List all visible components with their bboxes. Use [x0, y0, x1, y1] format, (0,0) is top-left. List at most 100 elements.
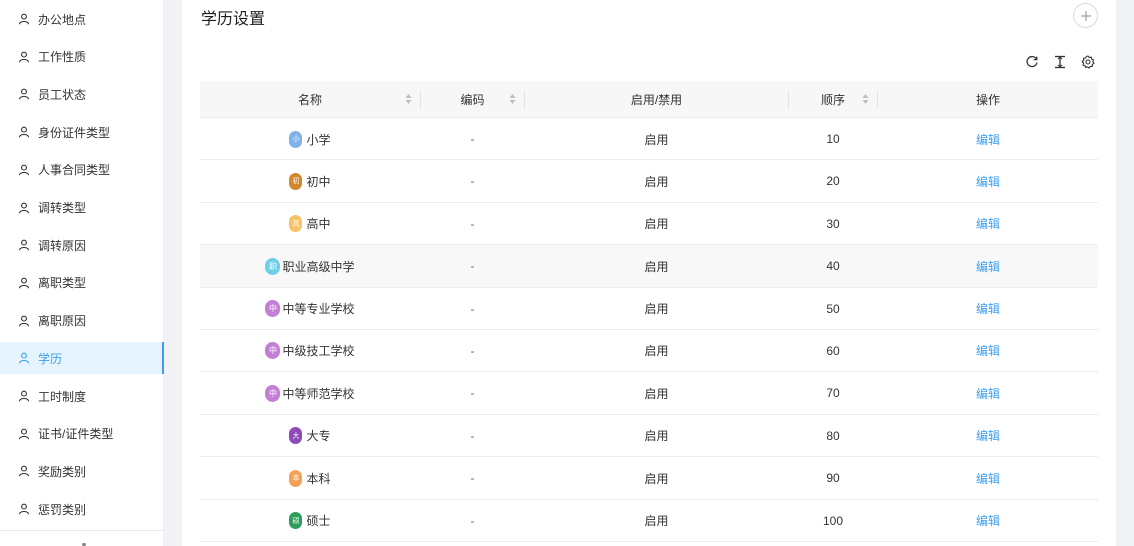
user-icon [18, 239, 30, 251]
cell-code: - [470, 301, 475, 316]
user-icon [18, 503, 30, 515]
cell-status: 启用 [644, 259, 669, 274]
sidebar-item-label: 调转原因 [38, 238, 87, 253]
column-header-name[interactable]: 名称 [200, 81, 420, 118]
cell-status: 启用 [644, 217, 669, 232]
sidebar-item-label: 办公地点 [38, 12, 87, 27]
cell-order: 50 [826, 301, 840, 316]
sidebar-item[interactable]: 办公地点 [0, 3, 163, 35]
sidebar-item[interactable]: 离职类型 [0, 267, 163, 299]
avatar: 中 [265, 300, 281, 318]
edit-link[interactable]: 编辑 [976, 512, 1000, 529]
sidebar-item-label: 学历 [38, 351, 63, 366]
sidebar-item[interactable]: 身份证件类型 [0, 116, 163, 148]
sidebar-item[interactable]: 学历 [0, 342, 164, 375]
sidebar-item[interactable]: 证书/证件类型 [0, 418, 163, 450]
row-name: 初中 [306, 174, 331, 189]
edit-link[interactable]: 编辑 [976, 470, 1000, 487]
column-height-icon[interactable] [1053, 55, 1067, 69]
cell-status: 启用 [644, 344, 669, 359]
settings-icon[interactable] [1081, 55, 1095, 69]
cell-name: 初初中 [200, 160, 420, 202]
sidebar-item[interactable]: 离职原因 [0, 305, 163, 337]
sidebar-item[interactable]: 人事合同类型 [0, 154, 163, 186]
sidebar-item-label: 身份证件类型 [38, 125, 111, 140]
cell-action: 编辑 [878, 245, 1098, 287]
avatar: 中 [265, 342, 281, 360]
cell-name: 职职业高级中学 [200, 245, 420, 287]
page-title: 学历设置 [201, 11, 266, 28]
user-icon [18, 202, 30, 214]
avatar: 初 [289, 172, 303, 190]
main-card: 学历设置 名称 编码 启用/禁用 顺序 操作 小 小学 - 启用 10 编辑 初… [182, 0, 1116, 546]
cell-action: 编辑 [878, 330, 1098, 372]
column-header-status: 启用/禁用 [525, 81, 788, 118]
cell-code: - [470, 259, 475, 274]
row-name: 职业高级中学 [282, 259, 355, 274]
user-icon [18, 352, 30, 364]
column-header-label: 编码 [460, 93, 485, 107]
row-name: 高中 [306, 217, 331, 232]
edit-link[interactable]: 编辑 [976, 385, 1000, 402]
column-header-label: 启用/禁用 [630, 93, 683, 107]
cell-status: 启用 [644, 429, 669, 444]
row-name: 中等专业学校 [282, 302, 355, 317]
edit-link[interactable]: 编辑 [976, 300, 1000, 317]
sidebar-item-label: 证书/证件类型 [38, 427, 114, 442]
cell-code: - [470, 216, 475, 231]
edit-link[interactable]: 编辑 [976, 173, 1000, 190]
sidebar-item[interactable]: 员工状态 [0, 78, 163, 110]
cell-status: 启用 [644, 174, 669, 189]
sidebar-item-label: 调转类型 [38, 201, 87, 215]
avatar: 中 [265, 384, 281, 402]
sidebar: 办公地点工作性质员工状态身份证件类型人事合同类型调转类型调转原因离职类型离职原因… [0, 0, 164, 546]
user-icon [18, 428, 30, 440]
sort-icon [405, 94, 412, 104]
table-row: 初初中 - 启用 20 编辑 [200, 160, 1098, 203]
refresh-icon[interactable] [1025, 55, 1039, 69]
sidebar-item[interactable]: 调转原因 [0, 229, 163, 261]
cell-status: 启用 [644, 132, 669, 147]
column-header-label: 顺序 [820, 93, 845, 107]
sidebar-item[interactable]: 工时制度 [0, 380, 163, 412]
row-name: 中级技工学校 [282, 344, 355, 359]
sidebar-item[interactable]: 调转类型 [0, 192, 163, 224]
add-button[interactable] [1073, 3, 1098, 28]
cell-code: - [470, 174, 475, 189]
sidebar-item-label: 奖励类别 [38, 464, 87, 479]
row-name: 大专 [306, 429, 331, 444]
sidebar-item-label: 离职类型 [38, 276, 87, 291]
cell-order: 100 [822, 513, 844, 528]
cell-order: 20 [826, 174, 840, 189]
user-icon [18, 465, 30, 477]
row-name: 小学 [306, 132, 331, 147]
user-icon [18, 126, 30, 138]
user-icon [18, 164, 30, 176]
edit-link[interactable]: 编辑 [976, 427, 1000, 444]
table-row: 本本科 - 启用 90 编辑 [200, 457, 1098, 500]
edit-link[interactable]: 编辑 [976, 215, 1000, 232]
sidebar-item-label: 员工状态 [38, 87, 87, 102]
edit-link[interactable]: 编辑 [976, 258, 1000, 275]
edit-link[interactable]: 编辑 [976, 131, 1000, 148]
sidebar-item-label: 工作性质 [38, 50, 87, 65]
avatar: 硕 [289, 512, 303, 530]
column-header-order[interactable]: 顺序 [789, 81, 877, 118]
cell-order: 90 [826, 471, 840, 486]
cell-name: 小小学 [200, 118, 420, 160]
avatar: 高 [289, 215, 303, 233]
sidebar-item[interactable]: 奖励类别 [0, 455, 163, 487]
edit-link[interactable]: 编辑 [976, 342, 1000, 359]
cell-code: - [470, 471, 475, 486]
cell-order: 80 [826, 428, 840, 443]
column-header-label: 操作 [975, 93, 1000, 107]
cell-name: 本本科 [200, 457, 420, 499]
cell-code: - [470, 428, 475, 443]
sidebar-item[interactable]: 工作性质 [0, 41, 163, 73]
column-header-code[interactable]: 编码 [421, 81, 524, 118]
sidebar-item[interactable]: 惩罚类别 [0, 493, 163, 525]
cell-action: 编辑 [878, 203, 1098, 245]
sidebar-item-label: 离职原因 [38, 314, 87, 329]
avatar: 职 [265, 257, 281, 275]
table-row: 小小学 - 启用 10 编辑 [200, 118, 1098, 161]
